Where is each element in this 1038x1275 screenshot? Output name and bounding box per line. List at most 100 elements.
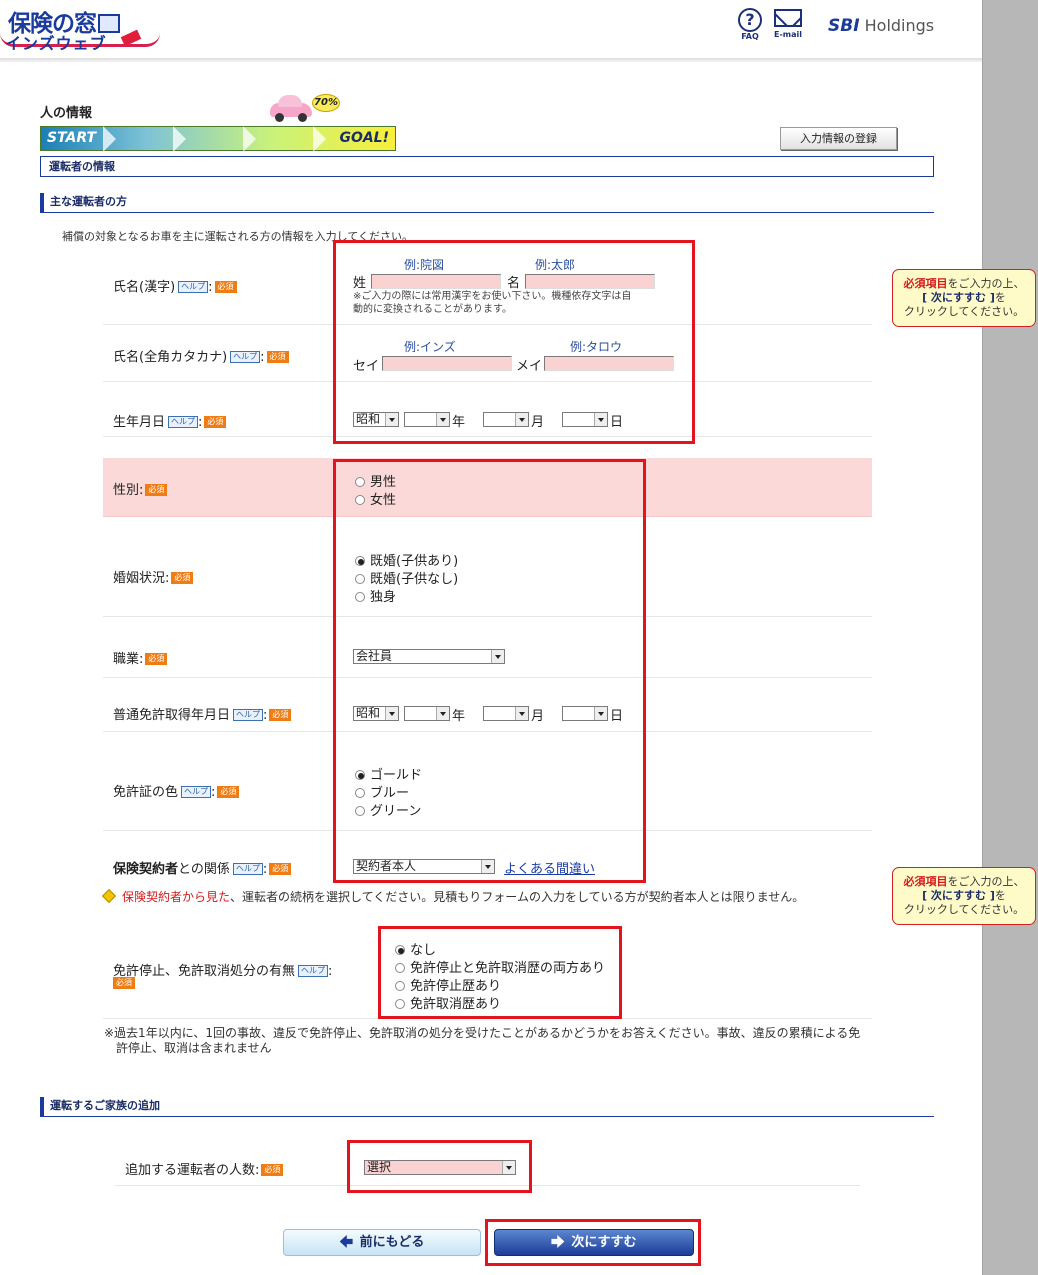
license-color-gold[interactable]: ゴールド <box>355 764 422 783</box>
relation-label-bold: 保険契約者 <box>113 862 179 877</box>
page-title: 人の情報 <box>40 106 93 121</box>
suspension-label: 免許停止、免許取消処分の有無 ヘルプ: <box>113 960 332 979</box>
first-name-prefix: 名 <box>507 276 521 291</box>
license-year-select[interactable] <box>404 706 450 721</box>
birth-month-select[interactable] <box>483 412 529 427</box>
envelope-icon <box>774 9 802 27</box>
row-license-color: 免許証の色 ヘルプ: 必須 <box>103 751 872 831</box>
gender-option-female[interactable]: 女性 <box>355 489 396 508</box>
main-driver-heading: 主な運転者の方 <box>40 193 934 213</box>
radio-button[interactable] <box>395 963 405 973</box>
suspension-option-none[interactable]: なし <box>395 939 436 958</box>
radio-button[interactable] <box>395 999 405 1009</box>
scrollbar[interactable] <box>982 0 1038 1275</box>
last-name-kanji-input[interactable] <box>371 274 501 289</box>
marital-option-married-children[interactable]: 既婚(子供あり) <box>355 550 458 569</box>
register-input-button[interactable]: 入力情報の登録 <box>780 127 897 150</box>
license-color-label: 免許証の色 ヘルプ: 必須 <box>113 781 240 800</box>
sbi-brand: SBI <box>828 16 860 36</box>
help-button[interactable]: ヘルプ <box>181 786 212 798</box>
relation-label-rest: との関係 <box>178 862 230 877</box>
name-kana-label: 氏名(全角カタカナ) ヘルプ: 必須 <box>113 346 289 365</box>
last-name-kana-input[interactable] <box>382 356 512 371</box>
help-button[interactable]: ヘルプ <box>178 281 209 293</box>
help-button[interactable]: ヘルプ <box>298 965 329 977</box>
chevron-icon <box>173 126 186 152</box>
birth-era-select[interactable]: 昭和 <box>353 412 399 427</box>
help-button[interactable]: ヘルプ <box>230 351 261 363</box>
license-date-label-text: 普通免許取得年月日 <box>113 708 231 723</box>
next-button[interactable]: 次にすすむ <box>494 1229 694 1256</box>
license-color-blue[interactable]: ブルー <box>355 782 409 801</box>
license-color-green[interactable]: グリーン <box>355 800 421 819</box>
email-button[interactable]: E-mail <box>770 6 806 39</box>
help-button[interactable]: ヘルプ <box>233 709 264 721</box>
radio-button[interactable] <box>355 770 365 780</box>
gender-option-male[interactable]: 男性 <box>355 471 396 490</box>
radio-button[interactable] <box>355 574 365 584</box>
name-kanji-label-text: 氏名(漢字) <box>113 280 176 295</box>
radio-button[interactable] <box>355 556 365 566</box>
required-badge: 必須 <box>113 977 135 989</box>
next-button-label: 次にすすむ <box>571 1235 637 1250</box>
license-era-select[interactable]: 昭和 <box>353 706 399 721</box>
radio-button[interactable] <box>355 592 365 602</box>
name-kana-label-text: 氏名(全角カタカナ) <box>113 350 228 365</box>
family-heading: 運転するご家族の追加 <box>40 1097 934 1117</box>
help-button[interactable]: ヘルプ <box>168 416 199 428</box>
radio-button[interactable] <box>395 981 405 991</box>
birth-day-select[interactable] <box>562 412 608 427</box>
license-month-select[interactable] <box>483 706 529 721</box>
suspension-label-text: 免許停止、免許取消処分の有無 <box>113 964 296 979</box>
colon: : <box>208 280 213 295</box>
back-button[interactable]: 前にもどる <box>283 1229 481 1256</box>
chevron-down-icon <box>436 413 449 426</box>
chevron-down-icon <box>385 413 398 426</box>
faq-label: FAQ <box>741 32 759 41</box>
logo-subtitle: インズウェブ <box>5 34 107 53</box>
help-button[interactable]: ヘルプ <box>232 863 263 875</box>
radio-button[interactable] <box>355 495 365 505</box>
kanji-note: ※ご入力の際には常用漢字をお使い下さい。機種依存文字は自 動的に変換されることがあ… <box>353 290 631 316</box>
tooltip-required: 必須項目 <box>903 277 948 290</box>
tooltip-line3: クリックしてください。 <box>903 305 1025 318</box>
marital-option-married-no-children[interactable]: 既婚(子供なし) <box>355 568 458 587</box>
faq-mistakes-link[interactable]: よくある間違い <box>504 858 595 877</box>
progress-bar: START GOAL! <box>40 126 396 152</box>
radio-button[interactable] <box>355 788 365 798</box>
family-count-select[interactable]: 選択 <box>364 1160 516 1175</box>
suspension-option-text: 免許取消歴あり <box>410 997 502 1012</box>
suspension-option-both[interactable]: 免許停止と免許取消歴の両方あり <box>395 957 605 976</box>
occupation-select[interactable]: 会社員 <box>353 649 505 664</box>
section-bar-driver-info: 運転者の情報 <box>40 156 934 177</box>
suspension-option-revoked[interactable]: 免許取消歴あり <box>395 993 501 1012</box>
tooltip-next-label: [ 次にすすむ ] <box>922 889 995 902</box>
radio-button[interactable] <box>355 806 365 816</box>
gender-option-text: 女性 <box>370 493 397 508</box>
birth-year-select[interactable] <box>404 412 450 427</box>
year-suffix: 年 <box>452 709 466 724</box>
required-badge: 必須 <box>145 653 168 665</box>
relation-select[interactable]: 契約者本人 <box>353 859 495 874</box>
relation-warning: 保険契約者から見た、運転者の続柄を選択してください。見積もりフォームの入力をして… <box>101 888 804 905</box>
row-gender: 性別: 必須 <box>103 458 872 517</box>
email-label: E-mail <box>773 30 802 39</box>
colon: : <box>260 350 265 365</box>
chevron-down-icon <box>515 413 528 426</box>
last-name-kana-prefix: セイ <box>353 359 380 374</box>
license-day-select[interactable] <box>562 706 608 721</box>
radio-button[interactable] <box>355 477 365 487</box>
first-name-kana-input[interactable] <box>544 356 674 371</box>
suspension-option-suspended[interactable]: 免許停止歴あり <box>395 975 501 994</box>
chevron-down-icon <box>515 707 528 720</box>
license-color-option-text: グリーン <box>370 804 422 819</box>
marital-option-single[interactable]: 独身 <box>355 586 396 605</box>
chevron-down-icon <box>481 860 494 873</box>
tooltip-line2-suffix: を <box>994 291 1006 304</box>
first-name-kanji-input[interactable] <box>525 274 655 289</box>
first-name-kana-example: 例:タロウ <box>570 340 623 354</box>
colon: : <box>211 785 216 800</box>
radio-button[interactable] <box>395 945 405 955</box>
progress-percent-badge: 70% <box>312 94 340 112</box>
faq-button[interactable]: ? FAQ <box>736 8 764 41</box>
